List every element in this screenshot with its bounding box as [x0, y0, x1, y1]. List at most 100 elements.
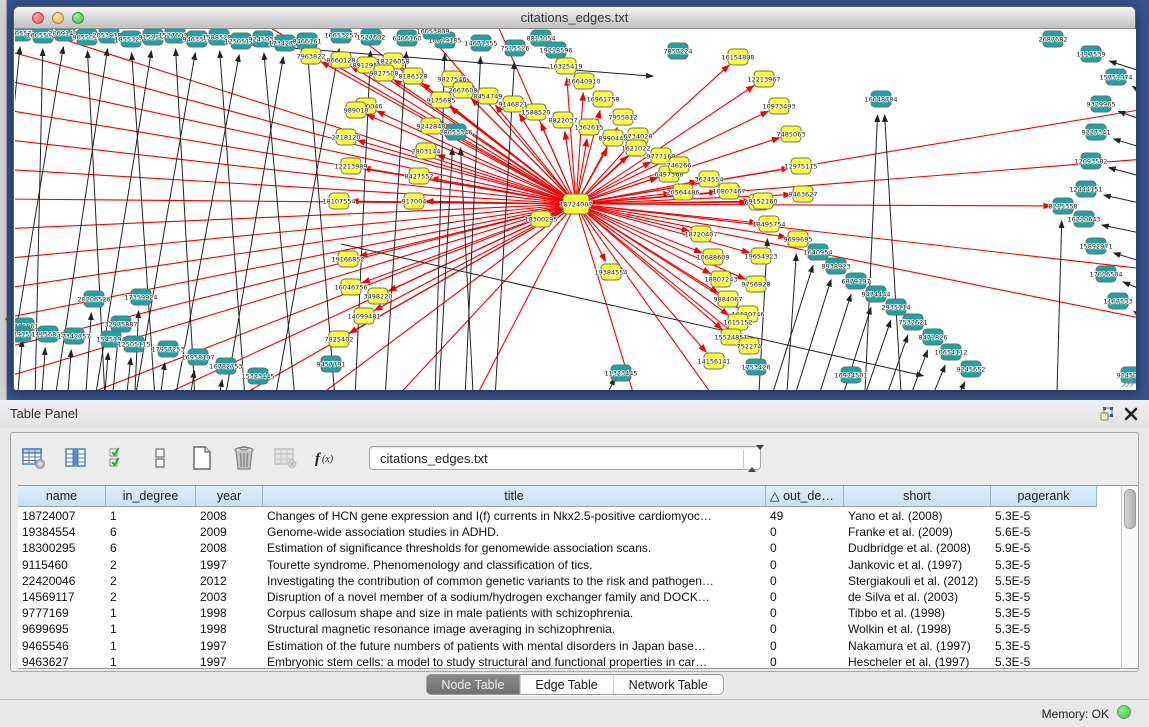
graph-edge[interactable] — [1134, 311, 1136, 316]
column-header-name[interactable]: name — [18, 486, 106, 507]
graph-node-label: 3624554 — [695, 175, 724, 183]
table-cell: 5.6E-5 — [991, 524, 1097, 540]
graph-edge[interactable] — [18, 340, 22, 390]
tab-edge-table[interactable]: Edge Table — [520, 675, 613, 694]
tab-node-table[interactable]: Node Table — [426, 675, 520, 694]
graph-edge[interactable] — [1114, 139, 1136, 147]
graph-edge[interactable] — [1123, 282, 1136, 289]
table-cell: 2008 — [196, 508, 263, 524]
graph-edge[interactable] — [127, 358, 131, 390]
column-header-in_degree[interactable]: in_degree — [106, 486, 196, 507]
table-row[interactable]: 977716911998Corpus callosum shape and si… — [18, 605, 1131, 621]
column-header-year[interactable]: year — [196, 486, 263, 507]
panel-collapse-arrow-icon[interactable] — [0, 314, 10, 324]
graph-node-label: 15892971 — [1079, 242, 1112, 250]
tab-network-table[interactable]: Network Table — [614, 675, 723, 694]
graph-node-label: 1640954 — [804, 248, 833, 256]
graph-node-label: 9146821 — [499, 100, 528, 108]
graph-edge[interactable] — [264, 53, 295, 390]
column-header-short[interactable]: short — [844, 486, 991, 507]
graph-edge[interactable] — [1114, 253, 1136, 261]
graph-edge[interactable] — [1102, 225, 1136, 233]
delete-table-icon[interactable] — [229, 443, 259, 473]
table-cell: 1 — [106, 654, 196, 668]
table-row[interactable]: 1872400712008Changes of HCN gene express… — [18, 508, 1131, 524]
new-table-icon[interactable] — [187, 443, 217, 473]
graph-edge[interactable] — [934, 365, 945, 390]
graph-node-label: 8660128 — [327, 56, 356, 64]
graph-edge[interactable] — [576, 204, 635, 390]
graph-node-label: 1167533 — [1104, 297, 1133, 305]
graph-edge[interactable] — [576, 204, 1051, 206]
graph-edge[interactable] — [1104, 195, 1136, 203]
network-window[interactable]: citations_edges.txt 24055721605572520691… — [13, 6, 1136, 390]
vertical-scrollbar[interactable] — [1121, 485, 1138, 669]
column-header-title[interactable]: title — [263, 486, 766, 507]
graph-node-label: 12975115 — [784, 162, 817, 170]
function-builder-icon[interactable]: f (x) — [313, 443, 343, 473]
column-header-out_de[interactable]: △ out_de… — [766, 486, 844, 507]
graph-edge[interactable] — [105, 353, 108, 390]
table-row[interactable]: 911546021997Tourette syndrome. Phenomeno… — [18, 557, 1131, 573]
network-window-title: citations_edges.txt — [14, 10, 1135, 25]
graph-edge[interactable] — [576, 204, 1136, 319]
column-header-pagerank[interactable]: pagerank — [991, 486, 1097, 507]
graph-edge[interactable] — [576, 93, 583, 204]
table-selector-dropdown[interactable]: citations_edges.txt — [369, 446, 761, 470]
graph-node-label: 16210643 — [1067, 215, 1100, 223]
float-panel-icon[interactable] — [1099, 406, 1115, 422]
select-columns-icon[interactable] — [103, 443, 133, 473]
close-panel-icon[interactable] — [1123, 406, 1139, 422]
table-row[interactable]: 969969511998Structural magnetic resonanc… — [18, 621, 1131, 637]
table-panel-title: Table Panel — [10, 406, 78, 421]
network-window-titlebar[interactable]: citations_edges.txt — [14, 7, 1135, 29]
graph-edge[interactable] — [865, 115, 878, 390]
graph-edge[interactable] — [960, 382, 965, 390]
graph-edge[interactable] — [773, 266, 813, 390]
table-panel-header: Table Panel — [0, 400, 1149, 428]
graph-edge[interactable] — [220, 51, 245, 390]
table-row[interactable]: 1938455462009Genome-wide association stu… — [18, 524, 1131, 540]
graph-edge[interactable] — [15, 139, 576, 204]
memory-status-indicator[interactable] — [1117, 705, 1131, 719]
graph-edge[interactable] — [885, 115, 901, 390]
graph-node-label: 20564486 — [666, 188, 699, 196]
graph-edge[interactable] — [15, 29, 576, 204]
graph-edge[interactable] — [225, 57, 283, 390]
network-canvas[interactable]: 2405572160557252069140690550132053918418… — [15, 29, 1136, 390]
table-row[interactable]: 2242004622012Investigating the contribut… — [18, 573, 1131, 589]
table-settings-icon[interactable] — [19, 443, 49, 473]
import-table-icon[interactable] — [271, 443, 301, 473]
graph-edge[interactable] — [161, 363, 165, 390]
graph-node-label: 12093582 — [1074, 157, 1107, 165]
graph-edge[interactable] — [912, 350, 928, 390]
graph-edge[interactable] — [68, 350, 71, 390]
scrollbar-thumb[interactable] — [1124, 489, 1136, 529]
cytoscape-desktop: citations_edges.txt 24055721605572520691… — [0, 0, 1149, 400]
graph-edge[interactable] — [315, 204, 576, 390]
graph-edge[interactable] — [220, 380, 222, 390]
table-cell: 0 — [766, 605, 844, 621]
table-row[interactable]: 1830029562008Estimation of significance … — [18, 540, 1131, 556]
resize-grip[interactable] — [1120, 374, 1134, 388]
graph-edge[interactable] — [1057, 221, 1062, 390]
graph-edge[interactable] — [576, 204, 749, 253]
graph-edge[interactable] — [576, 204, 757, 223]
graph-edge[interactable] — [576, 204, 722, 329]
table-row[interactable]: 1456911722003Disruption of a novel membe… — [18, 589, 1131, 605]
table-row[interactable]: 946554611997Estimation of the future num… — [18, 638, 1131, 654]
table-column-icon[interactable] — [61, 443, 91, 473]
collapsed-panel-strip[interactable] — [0, 0, 7, 400]
graph-edge[interactable] — [866, 320, 891, 390]
network-graph[interactable]: 2405572160557252069140690550132053918418… — [15, 29, 1136, 390]
table-row[interactable]: 946362711997Embryonic stem cells: a mode… — [18, 654, 1131, 668]
graph-edge[interactable] — [15, 204, 576, 259]
graph-edge[interactable] — [15, 49, 576, 204]
row-height-icon[interactable] — [145, 443, 175, 473]
graph-edge[interactable] — [1132, 86, 1136, 91]
table-cell: 5.3E-5 — [991, 605, 1097, 621]
graph-edge[interactable] — [42, 348, 45, 390]
graph-edge[interactable] — [1109, 168, 1136, 176]
table-cell: Hescheler et al. (1997) — [844, 654, 991, 668]
graph-node-label: 17957253 — [151, 345, 184, 353]
